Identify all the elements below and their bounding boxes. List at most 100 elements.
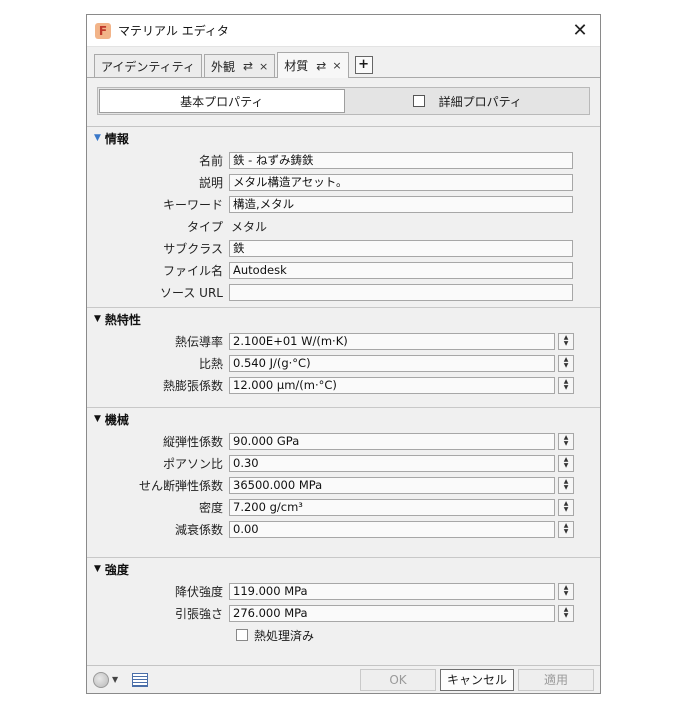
tab-close-icon[interactable]: × [259, 60, 268, 73]
list-view-icon[interactable] [132, 672, 149, 687]
row-conductivity: 熱伝導率 2.100E+01 W/(m·K) ▲ ▼ [87, 330, 600, 352]
advanced-properties-label: 詳細プロパティ [438, 94, 522, 109]
add-tab-button[interactable]: + [354, 56, 373, 74]
spinner-icon[interactable]: ▲ ▼ [558, 582, 574, 600]
name-field[interactable]: 鉄 - ねずみ鋳鉄 [229, 151, 573, 169]
label-filename: ファイル名 [162, 263, 223, 278]
title-bar: F マテリアル エディタ ✕ [87, 15, 600, 47]
label-description: 説明 [198, 175, 223, 190]
tab-bar: アイデンティティ 外観 ⇄ × 材質 ⇄ × + [87, 52, 600, 78]
section-strength: ▼ 強度 降伏強度 119.000 MPa ▲ ▼ 引張強さ 276.000 MP… [87, 558, 600, 646]
tab-physical[interactable]: 材質 ⇄ × [277, 52, 349, 78]
tab-identity[interactable]: アイデンティティ [94, 54, 202, 77]
label-density: 密度 [198, 500, 223, 515]
advanced-properties-checkbox[interactable] [412, 95, 425, 107]
tab-appearance[interactable]: 外観 ⇄ × [203, 54, 276, 77]
youngs-field[interactable]: 90.000 GPa [229, 432, 555, 450]
row-poisson: ポアソン比 0.30 ▲ ▼ [87, 452, 600, 474]
label-type: タイプ [186, 219, 223, 234]
triangle-down-icon[interactable]: ▼ [94, 414, 101, 424]
label-subclass: サブクラス [163, 241, 223, 256]
tab-label: 材質 [284, 59, 309, 73]
tab-close-icon[interactable]: × [332, 59, 341, 72]
poisson-field[interactable]: 0.30 [229, 454, 555, 472]
label-youngs: 縦弾性係数 [162, 434, 223, 449]
close-icon[interactable]: ✕ [568, 20, 592, 41]
spinner-icon[interactable]: ▲ ▼ [558, 432, 574, 450]
section-mechanical: ▼ 機械 縦弾性係数 90.000 GPa ▲ ▼ ポアソン比 0.30 ▲ ▼ せ… [87, 408, 600, 558]
row-expansion: 熱膨張係数 12.000 µm/(m·°C) ▲ ▼ [87, 374, 600, 396]
expansion-field[interactable]: 12.000 µm/(m·°C) [229, 376, 555, 394]
shear-field[interactable]: 36500.000 MPa [229, 476, 555, 494]
apply-button[interactable]: 適用 [518, 668, 594, 691]
heat-treated-checkbox[interactable] [236, 629, 248, 641]
section-header-strength[interactable]: ▼ 強度 [87, 558, 600, 580]
row-keywords: キーワード 構造,メタル [87, 193, 600, 215]
row-name: 名前 鉄 - ねずみ鋳鉄 [87, 149, 600, 171]
section-header-thermal[interactable]: ▼ 熱特性 [87, 308, 600, 330]
tab-label: アイデンティティ [101, 59, 195, 74]
row-type: タイプ メタル [87, 215, 600, 237]
triangle-down-icon[interactable]: ▼ [94, 564, 101, 574]
damping-field[interactable]: 0.00 [229, 520, 555, 538]
window-title: マテリアル エディタ [118, 24, 229, 38]
cancel-button[interactable]: キャンセル [440, 668, 514, 691]
chevron-down-icon[interactable]: ▼ [112, 675, 118, 684]
keywords-field[interactable]: 構造,メタル [229, 195, 573, 213]
spinner-icon[interactable]: ▲ ▼ [558, 498, 574, 516]
specific-heat-field[interactable]: 0.540 J/(g·°C) [229, 354, 555, 372]
density-field[interactable]: 7.200 g/cm³ [229, 498, 555, 516]
spinner-icon[interactable]: ▲ ▼ [558, 520, 574, 538]
row-shear: せん断弾性係数 36500.000 MPa ▲ ▼ [87, 474, 600, 496]
row-heat-treated: 熱処理済み [87, 624, 600, 646]
spinner-icon[interactable]: ▲ ▼ [558, 354, 574, 372]
label-damping: 減衰係数 [174, 522, 223, 537]
triangle-down-icon[interactable]: ▼ [94, 314, 101, 324]
row-filename: ファイル名 Autodesk [87, 259, 600, 281]
source-url-field[interactable] [229, 283, 573, 301]
triangle-down-icon[interactable]: ▼ [94, 133, 101, 143]
row-damping: 減衰係数 0.00 ▲ ▼ [87, 518, 600, 540]
row-subclass: サブクラス 鉄 [87, 237, 600, 259]
heat-treated-label: 熱処理済み [254, 628, 315, 643]
spinner-icon[interactable]: ▲ ▼ [558, 376, 574, 394]
spinner-icon[interactable]: ▲ ▼ [558, 476, 574, 494]
yield-field[interactable]: 119.000 MPa [229, 582, 555, 600]
row-specific-heat: 比熱 0.540 J/(g·°C) ▲ ▼ [87, 352, 600, 374]
section-thermal: ▼ 熱特性 熱伝導率 2.100E+01 W/(m·K) ▲ ▼ 比熱 0.540… [87, 308, 600, 408]
spinner-icon[interactable]: ▲ ▼ [558, 332, 574, 350]
row-youngs: 縦弾性係数 90.000 GPa ▲ ▼ [87, 430, 600, 452]
row-source-url: ソース URL [87, 281, 600, 303]
label-keywords: キーワード [162, 197, 223, 212]
label-tensile: 引張強さ [174, 606, 223, 621]
section-info: ▼ 情報 名前 鉄 - ねずみ鋳鉄 説明 メタル構造アセット。 キーワード 構造… [87, 127, 600, 308]
advanced-properties-button[interactable]: 詳細プロパティ [346, 88, 590, 114]
tab-label: 外観 [210, 59, 235, 74]
section-title: 情報 [104, 131, 129, 146]
section-header-info[interactable]: ▼ 情報 [87, 127, 600, 149]
label-name: 名前 [198, 153, 223, 168]
app-icon: F [95, 22, 111, 39]
property-mode-toggle: 基本プロパティ 詳細プロパティ [97, 87, 590, 115]
filename-field[interactable]: Autodesk [229, 261, 573, 279]
row-density: 密度 7.200 g/cm³ ▲ ▼ [87, 496, 600, 518]
spinner-icon[interactable]: ▲ ▼ [558, 454, 574, 472]
bottom-bar: ▼ OK キャンセル 適用 [87, 665, 600, 693]
ok-button[interactable]: OK [360, 668, 436, 691]
label-source-url: ソース URL [159, 285, 223, 300]
subclass-field[interactable]: 鉄 [229, 239, 573, 257]
row-tensile: 引張強さ 276.000 MPa ▲ ▼ [87, 602, 600, 624]
properties-panel: ▼ 情報 名前 鉄 - ねずみ鋳鉄 説明 メタル構造アセット。 キーワード 構造… [87, 126, 600, 665]
swap-icon[interactable]: ⇄ [316, 59, 326, 73]
swap-icon[interactable]: ⇄ [243, 59, 253, 73]
tensile-field[interactable]: 276.000 MPa [229, 604, 555, 622]
material-editor-window: F マテリアル エディタ ✕ アイデンティティ 外観 ⇄ × 材質 ⇄ × + … [86, 14, 601, 694]
type-value: メタル [231, 219, 268, 234]
spinner-icon[interactable]: ▲ ▼ [558, 604, 574, 622]
globe-icon[interactable] [93, 671, 109, 688]
basic-properties-button[interactable]: 基本プロパティ [99, 89, 345, 113]
section-header-mechanical[interactable]: ▼ 機械 [87, 408, 600, 430]
description-field[interactable]: メタル構造アセット。 [229, 173, 573, 191]
label-shear: せん断弾性係数 [138, 478, 223, 493]
conductivity-field[interactable]: 2.100E+01 W/(m·K) [229, 332, 555, 350]
